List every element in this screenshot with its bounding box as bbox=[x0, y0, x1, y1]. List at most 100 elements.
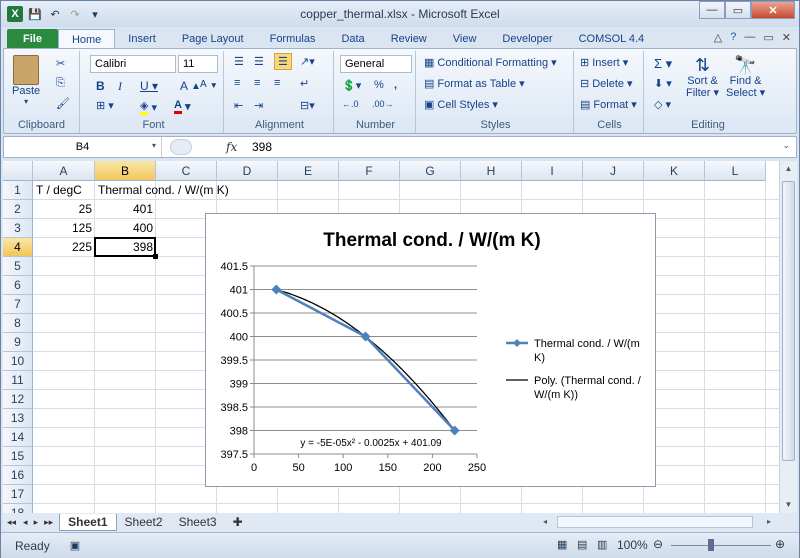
accounting-format-icon[interactable]: 💲▾ bbox=[342, 79, 361, 92]
close-button[interactable]: ✕ bbox=[751, 1, 795, 19]
column-header-k[interactable]: K bbox=[644, 161, 705, 181]
scroll-down-icon[interactable]: ▼ bbox=[780, 497, 797, 513]
page-layout-view-icon[interactable]: ▤ bbox=[577, 538, 587, 551]
normal-view-icon[interactable]: ▦ bbox=[557, 538, 567, 551]
cell-a2[interactable]: 25 bbox=[33, 200, 95, 219]
comma-style-icon[interactable]: , bbox=[394, 79, 397, 91]
page-break-view-icon[interactable]: ▥ bbox=[597, 538, 607, 551]
format-as-table-button[interactable]: ▤ Format as Table ▾ bbox=[424, 77, 525, 91]
scroll-thumb[interactable] bbox=[782, 181, 795, 461]
workbook-minimize-button[interactable]: — bbox=[744, 31, 755, 44]
zoom-in-button[interactable]: ⊕ bbox=[775, 537, 785, 551]
row-header-6[interactable]: 6 bbox=[3, 276, 33, 295]
wrap-text-icon[interactable]: ↵ bbox=[300, 77, 309, 90]
row-header-1[interactable]: 1 bbox=[3, 181, 33, 200]
tab-comsol[interactable]: COMSOL 4.4 bbox=[566, 29, 658, 49]
conditional-formatting-button[interactable]: ▦ Conditional Formatting ▾ bbox=[424, 56, 557, 70]
clear-icon[interactable]: ◇ ▾ bbox=[654, 98, 671, 111]
undo-icon[interactable]: ↶ bbox=[47, 6, 63, 22]
grow-font-button[interactable]: A ▲ bbox=[180, 79, 201, 93]
cell-b1[interactable]: Thermal cond. / W/(m K) bbox=[95, 181, 229, 200]
align-middle-icon[interactable]: ☰ bbox=[254, 55, 264, 68]
insert-cells-button[interactable]: ⊞ Insert ▾ bbox=[580, 56, 628, 70]
workbook-restore-button[interactable]: ▭ bbox=[763, 31, 773, 44]
row-header-2[interactable]: 2 bbox=[3, 200, 33, 219]
zoom-out-button[interactable]: ⊖ bbox=[653, 537, 663, 551]
increase-indent-icon[interactable]: ⇥ bbox=[254, 99, 263, 112]
fill-handle[interactable] bbox=[153, 254, 158, 259]
percent-style-icon[interactable]: % bbox=[374, 79, 384, 91]
column-header-a[interactable]: A bbox=[33, 161, 95, 181]
formula-bar-toggle[interactable] bbox=[170, 139, 192, 155]
zoom-level[interactable]: 100% bbox=[617, 538, 648, 552]
scroll-up-icon[interactable]: ▲ bbox=[780, 161, 797, 177]
row-header-11[interactable]: 11 bbox=[3, 371, 33, 390]
find-select-button[interactable]: 🔭 Find & Select ▾ bbox=[726, 55, 765, 99]
tab-view[interactable]: View bbox=[440, 29, 490, 49]
delete-cells-button[interactable]: ⊟ Delete ▾ bbox=[580, 77, 633, 91]
sheet-nav-last-icon[interactable]: ▸▸ bbox=[41, 517, 59, 528]
column-header-i[interactable]: I bbox=[522, 161, 583, 181]
cut-icon[interactable]: ✂ bbox=[56, 57, 65, 70]
row-header-12[interactable]: 12 bbox=[3, 390, 33, 409]
row-header-16[interactable]: 16 bbox=[3, 466, 33, 485]
vertical-scrollbar[interactable]: ▲ ▼ bbox=[779, 161, 797, 513]
excel-app-icon[interactable]: X bbox=[7, 6, 23, 22]
sheet-nav-first-icon[interactable]: ◂◂ bbox=[3, 517, 20, 528]
insert-function-button[interactable]: fx bbox=[226, 140, 237, 154]
row-header-14[interactable]: 14 bbox=[3, 428, 33, 447]
zoom-slider-thumb[interactable] bbox=[708, 539, 714, 551]
number-format-dropdown[interactable]: General bbox=[340, 55, 412, 73]
hscroll-left-icon[interactable]: ◂ bbox=[543, 517, 553, 527]
sort-filter-button[interactable]: ⇅ Sort & Filter ▾ bbox=[686, 55, 719, 99]
ribbon-minimize-icon[interactable]: △ bbox=[714, 31, 722, 44]
fill-icon[interactable]: ⬇ ▾ bbox=[654, 77, 672, 90]
sheet-nav-next-icon[interactable]: ▸ bbox=[31, 517, 42, 528]
fill-color-icon[interactable]: ◈ ▾ bbox=[140, 99, 157, 115]
column-header-e[interactable]: E bbox=[278, 161, 339, 181]
expand-formula-bar-icon[interactable]: ⌄ bbox=[782, 140, 790, 151]
cell-a3[interactable]: 125 bbox=[33, 219, 95, 238]
formula-input[interactable]: 398 bbox=[252, 140, 272, 154]
maximize-button[interactable]: ▭ bbox=[725, 1, 751, 19]
align-left-icon[interactable]: ≡ bbox=[234, 77, 240, 89]
customize-qat-icon[interactable]: ▾ bbox=[87, 6, 103, 22]
sheet-tab-sheet2[interactable]: Sheet2 bbox=[117, 514, 171, 531]
row-header-5[interactable]: 5 bbox=[3, 257, 33, 276]
decrease-indent-icon[interactable]: ⇤ bbox=[234, 99, 243, 112]
row-header-7[interactable]: 7 bbox=[3, 295, 33, 314]
merge-center-icon[interactable]: ⊟▾ bbox=[300, 99, 315, 112]
cell-a1[interactable]: T / degC bbox=[33, 181, 95, 200]
tab-review[interactable]: Review bbox=[378, 29, 440, 49]
row-header-10[interactable]: 10 bbox=[3, 352, 33, 371]
format-painter-icon[interactable]: 🖌 bbox=[56, 97, 70, 110]
font-name-dropdown[interactable]: Calibri bbox=[90, 55, 176, 73]
help-icon[interactable]: ? bbox=[730, 31, 736, 44]
borders-icon[interactable]: ⊞ ▾ bbox=[96, 99, 114, 112]
tab-file[interactable]: File bbox=[7, 29, 58, 49]
column-header-g[interactable]: G bbox=[400, 161, 461, 181]
row-header-13[interactable]: 13 bbox=[3, 409, 33, 428]
row-header-18[interactable]: 18 bbox=[3, 504, 33, 513]
hscroll-right-icon[interactable]: ▸ bbox=[767, 517, 777, 527]
column-header-c[interactable]: C bbox=[156, 161, 217, 181]
font-color-icon[interactable]: A ▾ bbox=[174, 99, 190, 114]
decrease-decimal-icon[interactable]: .00→ bbox=[372, 99, 394, 109]
align-bottom-icon[interactable]: ☰ bbox=[274, 53, 292, 70]
tab-developer[interactable]: Developer bbox=[489, 29, 565, 49]
workbook-close-button[interactable]: ✕ bbox=[782, 31, 791, 44]
sheet-tab-sheet1[interactable]: Sheet1 bbox=[59, 513, 117, 531]
row-header-3[interactable]: 3 bbox=[3, 219, 33, 238]
tab-home[interactable]: Home bbox=[57, 29, 116, 49]
chart[interactable]: Thermal cond. / W/(m K) 397.5 398 398.5 399 3… bbox=[205, 213, 656, 487]
column-header-d[interactable]: D bbox=[217, 161, 278, 181]
autosum-icon[interactable]: Σ ▾ bbox=[654, 56, 672, 72]
tab-insert[interactable]: Insert bbox=[115, 29, 169, 49]
copy-icon[interactable]: ⎘ bbox=[56, 77, 65, 90]
sheet-nav-prev-icon[interactable]: ◂ bbox=[20, 517, 31, 528]
name-box-dropdown-icon[interactable]: ▾ bbox=[152, 141, 156, 150]
italic-button[interactable]: I bbox=[118, 79, 122, 94]
increase-decimal-icon[interactable]: ←.0 bbox=[342, 99, 359, 109]
sheet-tab-sheet3[interactable]: Sheet3 bbox=[171, 514, 225, 531]
column-header-f[interactable]: F bbox=[339, 161, 400, 181]
